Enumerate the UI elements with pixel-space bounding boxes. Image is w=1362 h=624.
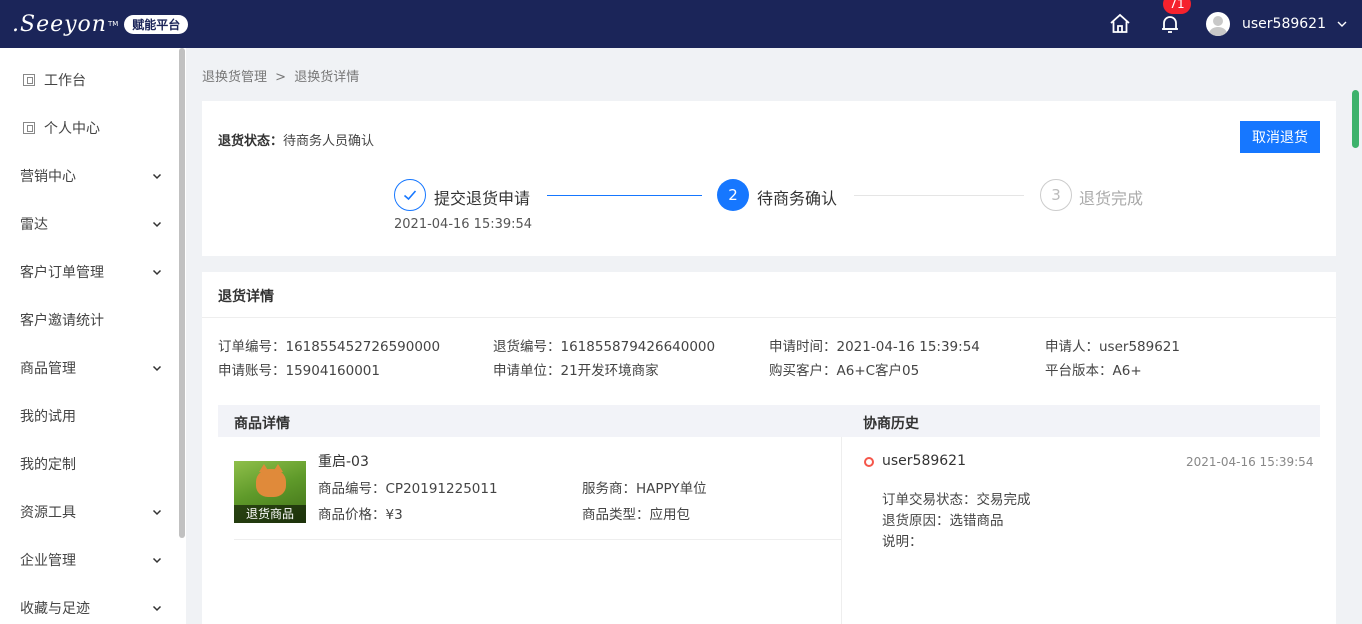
sidebar-item-11[interactable]: 收藏与足迹 bbox=[0, 584, 186, 624]
username[interactable]: user589621 bbox=[1242, 16, 1326, 32]
goods-price: 商品价格：¥3 bbox=[318, 507, 403, 523]
detail-divider bbox=[202, 317, 1336, 318]
platform-badge: 赋能平台 bbox=[124, 14, 189, 34]
sidebar-item-label: 商品管理 bbox=[20, 361, 76, 377]
breadcrumb-current: 退换货详情 bbox=[294, 70, 360, 85]
sidebar-item-4[interactable]: 客户订单管理 bbox=[0, 248, 186, 296]
cancel-return-button[interactable]: 取消退货 bbox=[1240, 121, 1320, 153]
breadcrumb-parent[interactable]: 退换货管理 bbox=[202, 70, 267, 85]
sidebar-item-7[interactable]: 我的试用 bbox=[0, 392, 186, 440]
platform-version: 平台版本：A6+ bbox=[1045, 363, 1142, 379]
top-bar: .Seeyon TM 赋能平台 71 user589621 bbox=[0, 0, 1362, 48]
logo[interactable]: .Seeyon TM 赋能平台 bbox=[12, 10, 189, 38]
history-dot-icon bbox=[864, 457, 874, 467]
history-time: 2021-04-16 15:39:54 bbox=[1186, 455, 1314, 469]
sidebar-item-5[interactable]: 客户邀请统计 bbox=[0, 296, 186, 344]
return-number: 退货编号：161855879426640000 bbox=[493, 339, 716, 355]
chevron-down-icon bbox=[152, 221, 162, 228]
step-2-label: 待商务确认 bbox=[757, 189, 838, 208]
column-divider bbox=[841, 437, 842, 624]
applicant: 申请人：user589621 bbox=[1045, 339, 1180, 355]
home-icon[interactable] bbox=[1108, 12, 1132, 36]
history-header: 协商历史 bbox=[863, 416, 919, 432]
cat-image bbox=[256, 464, 286, 497]
goods-code: 商品编号：CP20191225011 bbox=[318, 481, 498, 497]
order-number: 订单编号：161855452726590000 bbox=[218, 339, 441, 355]
notification-badge: 71 bbox=[1163, 0, 1192, 14]
step-connector-2 bbox=[854, 195, 1024, 196]
history-trade-status: 订单交易状态：交易完成 bbox=[882, 492, 1031, 508]
logo-trademark: TM bbox=[107, 20, 119, 28]
status-card: 退货状态：待商务人员确认 取消退货 提交退货申请 2 待商务确认 3 退货完成 … bbox=[202, 101, 1336, 256]
sidebar-item-8[interactable]: 我的定制 bbox=[0, 440, 186, 488]
page-scrollbar-thumb[interactable] bbox=[1352, 90, 1359, 148]
step-3-label: 退货完成 bbox=[1079, 189, 1144, 208]
top-right-controls: 71 user589621 bbox=[1108, 0, 1362, 48]
step-3-number: 3 bbox=[1040, 179, 1072, 211]
bell-icon[interactable]: 71 bbox=[1158, 0, 1192, 36]
sidebar-item-label: 客户订单管理 bbox=[20, 265, 104, 281]
sidebar-item-label: 个人中心 bbox=[44, 121, 100, 137]
chevron-down-icon bbox=[152, 365, 162, 372]
thumbnail-label: 退货商品 bbox=[234, 505, 306, 523]
step-1-check-icon bbox=[394, 179, 426, 211]
return-status-label: 退货状态： bbox=[218, 134, 284, 149]
goods-type: 商品类型：应用包 bbox=[582, 507, 690, 523]
sidebar-item-3[interactable]: 雷达 bbox=[0, 200, 186, 248]
history-reason: 退货原因：选错商品 bbox=[882, 513, 1004, 529]
apply-time: 申请时间：2021-04-16 15:39:54 bbox=[769, 339, 980, 355]
page-icon bbox=[23, 122, 35, 134]
chevron-down-icon[interactable] bbox=[1336, 18, 1348, 30]
goods-history-header: 商品详情 协商历史 bbox=[218, 405, 1320, 437]
sidebar-item-0[interactable]: 工作台 bbox=[0, 56, 186, 104]
logo-text: .Seeyon bbox=[12, 11, 107, 37]
sidebar-item-label: 营销中心 bbox=[20, 169, 76, 185]
goods-thumbnail[interactable]: 退货商品 bbox=[234, 461, 306, 523]
chevron-down-icon bbox=[152, 509, 162, 516]
sidebar-item-label: 我的试用 bbox=[20, 409, 76, 425]
buyer-customer: 购买客户：A6+C客户05 bbox=[769, 363, 920, 379]
step-1-label: 提交退货申请 bbox=[434, 189, 531, 208]
sidebar-item-9[interactable]: 资源工具 bbox=[0, 488, 186, 536]
chevron-down-icon bbox=[152, 269, 162, 276]
return-status-value: 待商务人员确认 bbox=[283, 134, 375, 149]
apply-unit: 申请单位：21开发环境商家 bbox=[493, 363, 659, 379]
sidebar-item-label: 客户邀请统计 bbox=[20, 313, 104, 329]
detail-title: 退货详情 bbox=[218, 289, 274, 305]
history-user: user589621 bbox=[882, 453, 966, 469]
return-status: 退货状态：待商务人员确认 bbox=[218, 130, 374, 149]
step-2-number: 2 bbox=[717, 179, 749, 211]
chevron-down-icon bbox=[152, 557, 162, 564]
sidebar-item-label: 雷达 bbox=[20, 217, 48, 233]
sidebar-item-1[interactable]: 个人中心 bbox=[0, 104, 186, 152]
step-1-time: 2021-04-16 15:39:54 bbox=[394, 217, 533, 232]
sidebar-item-label: 我的定制 bbox=[20, 457, 76, 473]
sidebar-item-label: 工作台 bbox=[44, 73, 86, 89]
apply-account: 申请账号：15904160001 bbox=[218, 363, 380, 379]
breadcrumb-separator: > bbox=[275, 70, 287, 85]
chevron-down-icon bbox=[152, 605, 162, 612]
sidebar-item-2[interactable]: 营销中心 bbox=[0, 152, 186, 200]
goods-provider: 服务商：HAPPY单位 bbox=[582, 481, 707, 497]
goods-name: 重启-03 bbox=[318, 454, 369, 470]
goods-divider bbox=[234, 539, 841, 540]
sidebar-item-label: 企业管理 bbox=[20, 553, 76, 569]
history-note: 说明： bbox=[882, 534, 923, 550]
sidebar-item-label: 资源工具 bbox=[20, 505, 76, 521]
goods-header: 商品详情 bbox=[234, 416, 290, 432]
chevron-down-icon bbox=[152, 173, 162, 180]
avatar[interactable] bbox=[1206, 12, 1231, 36]
sidebar-item-10[interactable]: 企业管理 bbox=[0, 536, 186, 584]
step-connector-1 bbox=[547, 195, 702, 196]
page-icon bbox=[23, 74, 35, 86]
breadcrumb: 退换货管理 > 退换货详情 bbox=[202, 66, 359, 85]
sidebar-scrollbar[interactable] bbox=[179, 48, 185, 538]
sidebar-item-6[interactable]: 商品管理 bbox=[0, 344, 186, 392]
return-detail-card: 退货详情 订单编号：161855452726590000 退货编号：161855… bbox=[202, 272, 1336, 624]
sidebar: 工作台个人中心营销中心雷达客户订单管理 客户邀请统计 商品管理我的试用我的定制资源工… bbox=[0, 48, 186, 624]
sidebar-item-label: 收藏与足迹 bbox=[20, 601, 90, 617]
